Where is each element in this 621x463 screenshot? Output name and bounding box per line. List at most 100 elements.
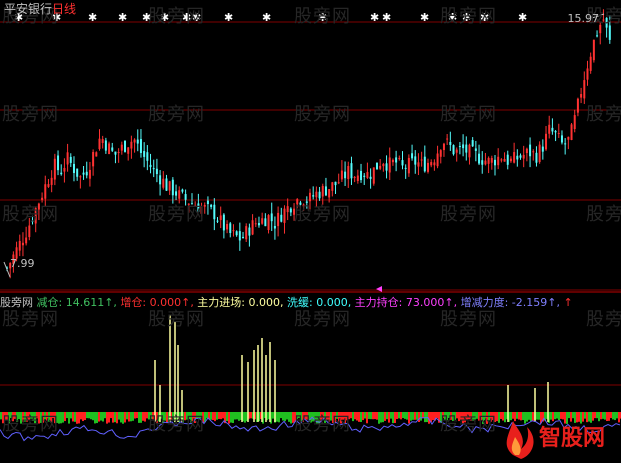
- candle-body: [525, 148, 528, 154]
- candle-body: [324, 186, 327, 196]
- candle-body: [277, 212, 280, 227]
- candle-body: [548, 124, 551, 134]
- candle-body: [442, 143, 445, 151]
- flow-bar: [234, 412, 236, 420]
- signal-star: ✱: [518, 11, 527, 24]
- candle-body: [560, 135, 563, 143]
- watermark-text: 股旁网: [440, 414, 497, 435]
- candle-body: [589, 56, 592, 71]
- flow-bar: [138, 412, 140, 423]
- candle-body: [264, 218, 267, 227]
- candle-body: [238, 231, 241, 241]
- candle-body: [216, 220, 219, 222]
- flow-bar: [218, 412, 220, 419]
- candle-body: [551, 127, 554, 132]
- watermark-text: 股旁网: [2, 414, 59, 435]
- flow-bar: [80, 412, 82, 420]
- candle-body: [57, 155, 60, 171]
- candle-body: [219, 215, 222, 221]
- candle-body: [462, 144, 465, 149]
- candle-body: [449, 141, 452, 145]
- flow-bar: [212, 412, 214, 421]
- flow-bar: [214, 412, 216, 422]
- flow-bar: [112, 412, 114, 423]
- candle-body: [452, 145, 455, 155]
- candle-body: [155, 168, 158, 175]
- candle-body: [417, 162, 420, 167]
- candle-body: [328, 189, 331, 198]
- candle-body: [481, 160, 484, 165]
- candle-body: [471, 140, 474, 147]
- flow-bar: [286, 412, 288, 420]
- candle-body: [267, 215, 270, 231]
- candle-body: [468, 144, 471, 158]
- candle-body: [261, 218, 264, 224]
- candle-body: [251, 220, 254, 235]
- candle-body: [490, 158, 493, 163]
- candle-body: [465, 144, 468, 153]
- flow-bar: [360, 412, 362, 422]
- flow-bar: [414, 412, 416, 420]
- signal-star: ✱: [262, 11, 271, 24]
- candle-body: [532, 151, 535, 153]
- flow-bar: [118, 412, 120, 420]
- flow-bar: [94, 412, 96, 424]
- candle-body: [353, 177, 356, 179]
- candle-body: [446, 138, 449, 140]
- candle-body: [344, 171, 347, 179]
- flow-bar: [432, 412, 434, 421]
- candle-body: [436, 153, 439, 167]
- flow-bar: [402, 412, 404, 419]
- candle-body: [133, 139, 136, 143]
- flow-bar: [276, 412, 278, 422]
- candle-body: [213, 204, 216, 220]
- candle-body: [101, 139, 104, 143]
- candle-body: [104, 140, 107, 151]
- stock-title: 平安银行日线: [4, 2, 77, 16]
- flow-bar: [78, 412, 80, 424]
- candle-body: [497, 156, 500, 166]
- flow-bar: [130, 412, 132, 422]
- candle-body: [168, 181, 171, 191]
- flow-bar: [408, 412, 410, 424]
- flow-bar: [382, 412, 384, 423]
- flow-bar: [120, 412, 122, 423]
- flow-bar: [354, 412, 356, 420]
- flow-bar: [378, 412, 380, 424]
- candle-body: [171, 179, 174, 196]
- candle-body: [270, 213, 273, 222]
- candle-body: [340, 170, 343, 180]
- candle-body: [143, 151, 146, 157]
- candle-body: [235, 231, 238, 236]
- flow-bar: [366, 412, 368, 424]
- candle-body: [509, 158, 512, 162]
- flow-bar: [122, 412, 124, 424]
- candle-body: [337, 182, 340, 184]
- candle-body: [124, 140, 127, 152]
- flow-bar: [70, 412, 72, 419]
- candle-body: [162, 178, 165, 188]
- watermark-text: 股旁网: [440, 204, 497, 225]
- flow-bar: [416, 412, 418, 420]
- flow-bar: [390, 412, 392, 419]
- candle-body: [72, 163, 75, 173]
- flow-bar: [64, 412, 66, 422]
- candle-body: [360, 170, 363, 181]
- flow-bar: [290, 412, 292, 424]
- candle-body: [427, 162, 430, 172]
- candle-body: [257, 223, 260, 226]
- candle-body: [545, 133, 548, 150]
- flow-bar: [436, 412, 438, 419]
- candle-body: [159, 175, 162, 185]
- flow-bar: [220, 412, 222, 420]
- flow-bar: [272, 412, 274, 419]
- watermark-text: 股旁网: [440, 6, 497, 27]
- stock-chart-window: ✱✱✱✱✱✱✱✱✱✱✱✱✱✱✱✱✱✱ 股旁网股旁网股旁网股旁网股旁网股旁网股旁网…: [0, 0, 621, 463]
- flow-bar: [238, 412, 240, 421]
- candle-body: [318, 191, 321, 199]
- flow-bar: [124, 412, 126, 423]
- candle-body: [557, 133, 560, 135]
- candle-body: [286, 206, 289, 213]
- candle-body: [315, 191, 318, 198]
- flow-bar: [244, 412, 246, 423]
